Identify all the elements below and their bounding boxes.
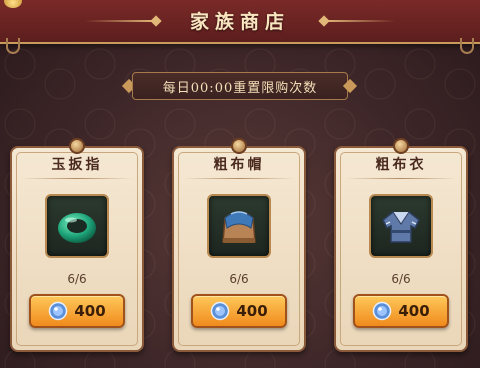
- item-name: 玉扳指: [51, 157, 103, 173]
- stock-count: 6/6: [229, 272, 249, 286]
- item-icon-frame[interactable]: [45, 194, 109, 258]
- reset-notice-text: 每日00:00重置限购次数: [162, 80, 318, 96]
- shop-item-card[interactable]: 玉扳指 6/6 400: [10, 138, 144, 352]
- item-name: 粗布衣: [375, 157, 427, 173]
- jade-ring-icon: [58, 213, 96, 243]
- cloth-hat-icon: [222, 211, 256, 243]
- gem-currency-icon: [211, 301, 230, 321]
- price-label: 400: [236, 302, 268, 320]
- stock-count: 6/6: [67, 272, 87, 286]
- item-name: 粗布帽: [213, 157, 265, 173]
- card-knob-ornament: [231, 138, 247, 154]
- buy-button[interactable]: 400: [353, 294, 449, 328]
- buy-button[interactable]: 400: [191, 294, 287, 328]
- title-divider: [22, 178, 132, 179]
- page-title: 家族商店: [189, 11, 290, 33]
- title-line-right: [325, 20, 395, 22]
- title-bar: 家族商店: [0, 0, 480, 44]
- card-knob-ornament: [393, 138, 409, 154]
- shop-item-card[interactable]: 粗布衣 6/6 400: [334, 138, 468, 352]
- title-divider: [184, 178, 294, 179]
- price-label: 400: [398, 302, 430, 320]
- shop-item-card[interactable]: 粗布帽 6/6 400: [172, 138, 306, 352]
- gem-currency-icon: [49, 301, 68, 321]
- hook-ornament-right: [460, 38, 474, 54]
- gem-currency-icon: [373, 301, 392, 321]
- stock-count: 6/6: [391, 272, 411, 286]
- title-divider: [346, 178, 456, 179]
- reset-notice-banner: 每日00:00重置限购次数: [132, 72, 348, 100]
- card-knob-ornament: [69, 138, 85, 154]
- buy-button[interactable]: 400: [29, 294, 125, 328]
- item-icon-frame[interactable]: [207, 194, 271, 258]
- cloth-robe-icon: [382, 211, 420, 243]
- hook-ornament-left: [6, 38, 20, 54]
- price-label: 400: [74, 302, 106, 320]
- item-icon-frame[interactable]: [369, 194, 433, 258]
